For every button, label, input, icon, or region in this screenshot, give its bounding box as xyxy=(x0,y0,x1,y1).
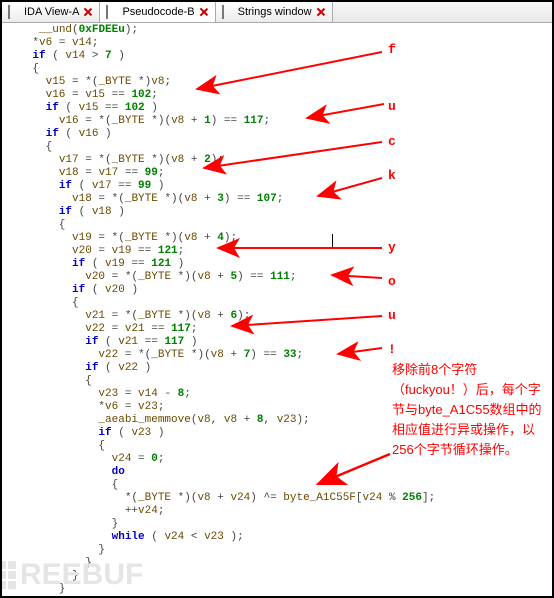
annot-char-bang: ! xyxy=(388,342,396,357)
close-icon[interactable] xyxy=(199,7,209,17)
annot-char-o: o xyxy=(388,274,396,289)
main-window: IDA View-A Pseudocode-B Strings window _… xyxy=(0,0,554,598)
pseudocode-icon xyxy=(106,6,118,18)
close-icon[interactable] xyxy=(316,7,326,17)
tab-label: Strings window xyxy=(238,6,312,18)
watermark: REEBUF xyxy=(0,558,143,592)
annot-char-k: k xyxy=(388,168,396,183)
ida-view-icon xyxy=(8,6,20,18)
code-area[interactable]: __und(0xFDEEu); *v6 = v14; if ( v14 > 7 … xyxy=(6,24,435,598)
tab-bar: IDA View-A Pseudocode-B Strings window xyxy=(2,2,552,23)
strings-icon xyxy=(222,6,234,18)
tab-label: IDA View-A xyxy=(24,6,79,18)
annot-char-y: y xyxy=(388,240,396,255)
annot-char-c: c xyxy=(388,134,396,149)
tab-label: Pseudocode-B xyxy=(122,6,194,18)
annot-char-u: u xyxy=(388,99,396,114)
annot-char-u2: u xyxy=(388,308,396,323)
tab-ida-view[interactable]: IDA View-A xyxy=(2,2,100,22)
close-icon[interactable] xyxy=(83,7,93,17)
watermark-text: REEBUF xyxy=(20,558,143,592)
annot-char-f: f xyxy=(388,42,396,57)
annotation-text: 移除前8个字符（fuckyou！）后，每个字节与byte_A1C55数组中的相应… xyxy=(392,360,547,460)
tab-strings[interactable]: Strings window xyxy=(216,2,333,22)
tab-pseudocode[interactable]: Pseudocode-B xyxy=(100,2,215,22)
text-cursor xyxy=(332,234,333,247)
